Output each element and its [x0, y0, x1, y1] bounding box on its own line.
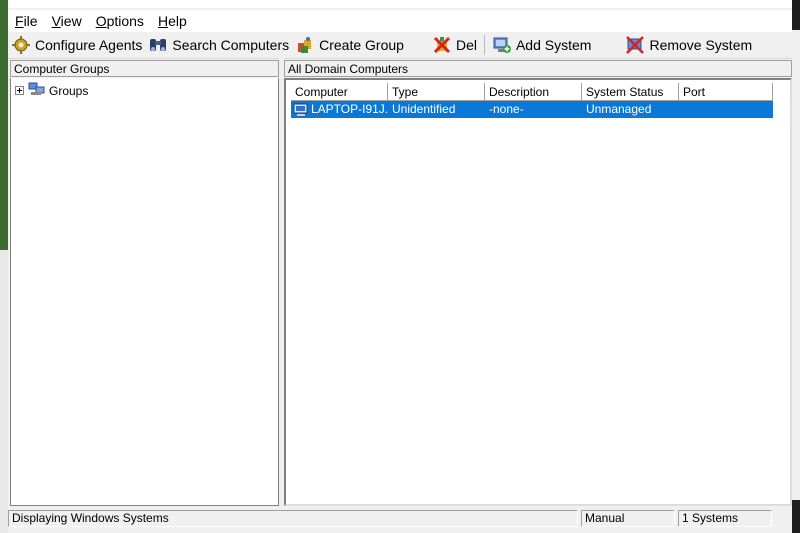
- search-computers-button[interactable]: Search Computers: [145, 33, 292, 57]
- status-bar: Displaying Windows Systems Manual 1 Syst…: [8, 508, 792, 528]
- menu-bar: File View Options Help: [8, 10, 792, 32]
- network-group-icon: [28, 81, 46, 100]
- status-count: 1 Systems: [678, 509, 772, 527]
- application-window: File View Options Help Configure Agents …: [8, 0, 792, 533]
- toolbar: Configure Agents Search Computers Create…: [8, 32, 792, 59]
- column-header-type[interactable]: Type: [388, 83, 485, 101]
- remove-system-label: Remove System: [649, 37, 753, 53]
- cell-description: -none-: [489, 102, 524, 116]
- configure-agents-button[interactable]: Configure Agents: [8, 33, 145, 57]
- toolbar-separator: [483, 35, 485, 55]
- menu-help-accelerator: H: [157, 13, 169, 29]
- column-header-port[interactable]: Port: [679, 83, 773, 101]
- add-system-label: Add System: [515, 37, 592, 53]
- delete-icon: [432, 35, 452, 55]
- menu-view-label: iew: [60, 13, 82, 29]
- create-group-button[interactable]: Create Group: [292, 33, 407, 57]
- tree-expand-icon[interactable]: [15, 86, 24, 95]
- remove-computer-icon: [625, 35, 645, 55]
- column-header-system-status[interactable]: System Status: [582, 83, 679, 101]
- add-system-button[interactable]: Add System: [489, 33, 594, 57]
- all-domain-computers-header: All Domain Computers: [284, 60, 792, 77]
- add-computer-icon: [492, 35, 512, 55]
- menu-help[interactable]: Help: [151, 11, 194, 31]
- computer-groups-tree[interactable]: Groups: [10, 78, 279, 506]
- menu-help-label: elp: [168, 13, 187, 29]
- menu-options-accelerator: O: [95, 13, 107, 29]
- computers-list-view[interactable]: Computer Type Description System Status …: [284, 78, 792, 506]
- menu-file[interactable]: File: [8, 11, 45, 31]
- list-column-headers: Computer Type Description System Status …: [291, 83, 773, 101]
- column-header-description[interactable]: Description: [485, 83, 582, 101]
- menu-file-accelerator: F: [15, 13, 24, 29]
- search-computers-label: Search Computers: [172, 37, 290, 53]
- menu-view-accelerator: V: [51, 13, 61, 29]
- delete-button[interactable]: Del: [429, 33, 480, 57]
- title-bar: [8, 0, 792, 8]
- computer-icon: [293, 103, 309, 117]
- delete-label: Del: [455, 37, 477, 53]
- cell-system-status: Unmanaged: [586, 102, 652, 116]
- computer-groups-header: Computer Groups: [10, 60, 279, 77]
- column-header-computer[interactable]: Computer: [291, 83, 388, 101]
- group-icon: [295, 35, 315, 55]
- menu-options[interactable]: Options: [89, 11, 151, 31]
- cell-type: Unidentified: [392, 102, 456, 116]
- gear-icon: [11, 35, 31, 55]
- table-row[interactable]: LAPTOP-I91J... Unidentified -none- Unman…: [291, 101, 773, 118]
- create-group-label: Create Group: [319, 37, 404, 53]
- binoculars-icon: [148, 35, 168, 55]
- window-bottom-edge: [8, 528, 792, 533]
- menu-view[interactable]: View: [45, 11, 89, 31]
- status-message: Displaying Windows Systems: [8, 509, 578, 527]
- tree-node-label: Groups: [49, 83, 89, 98]
- cell-computer-text: LAPTOP-I91J...: [311, 102, 388, 116]
- menu-options-label: ptions: [106, 13, 144, 29]
- configure-agents-label: Configure Agents: [35, 37, 143, 53]
- cell-computer: LAPTOP-I91J...: [291, 101, 388, 118]
- tree-node-groups[interactable]: Groups: [15, 81, 88, 100]
- menu-file-label: ile: [23, 13, 38, 29]
- status-mode: Manual: [581, 509, 675, 527]
- remove-system-button[interactable]: Remove System: [622, 33, 755, 57]
